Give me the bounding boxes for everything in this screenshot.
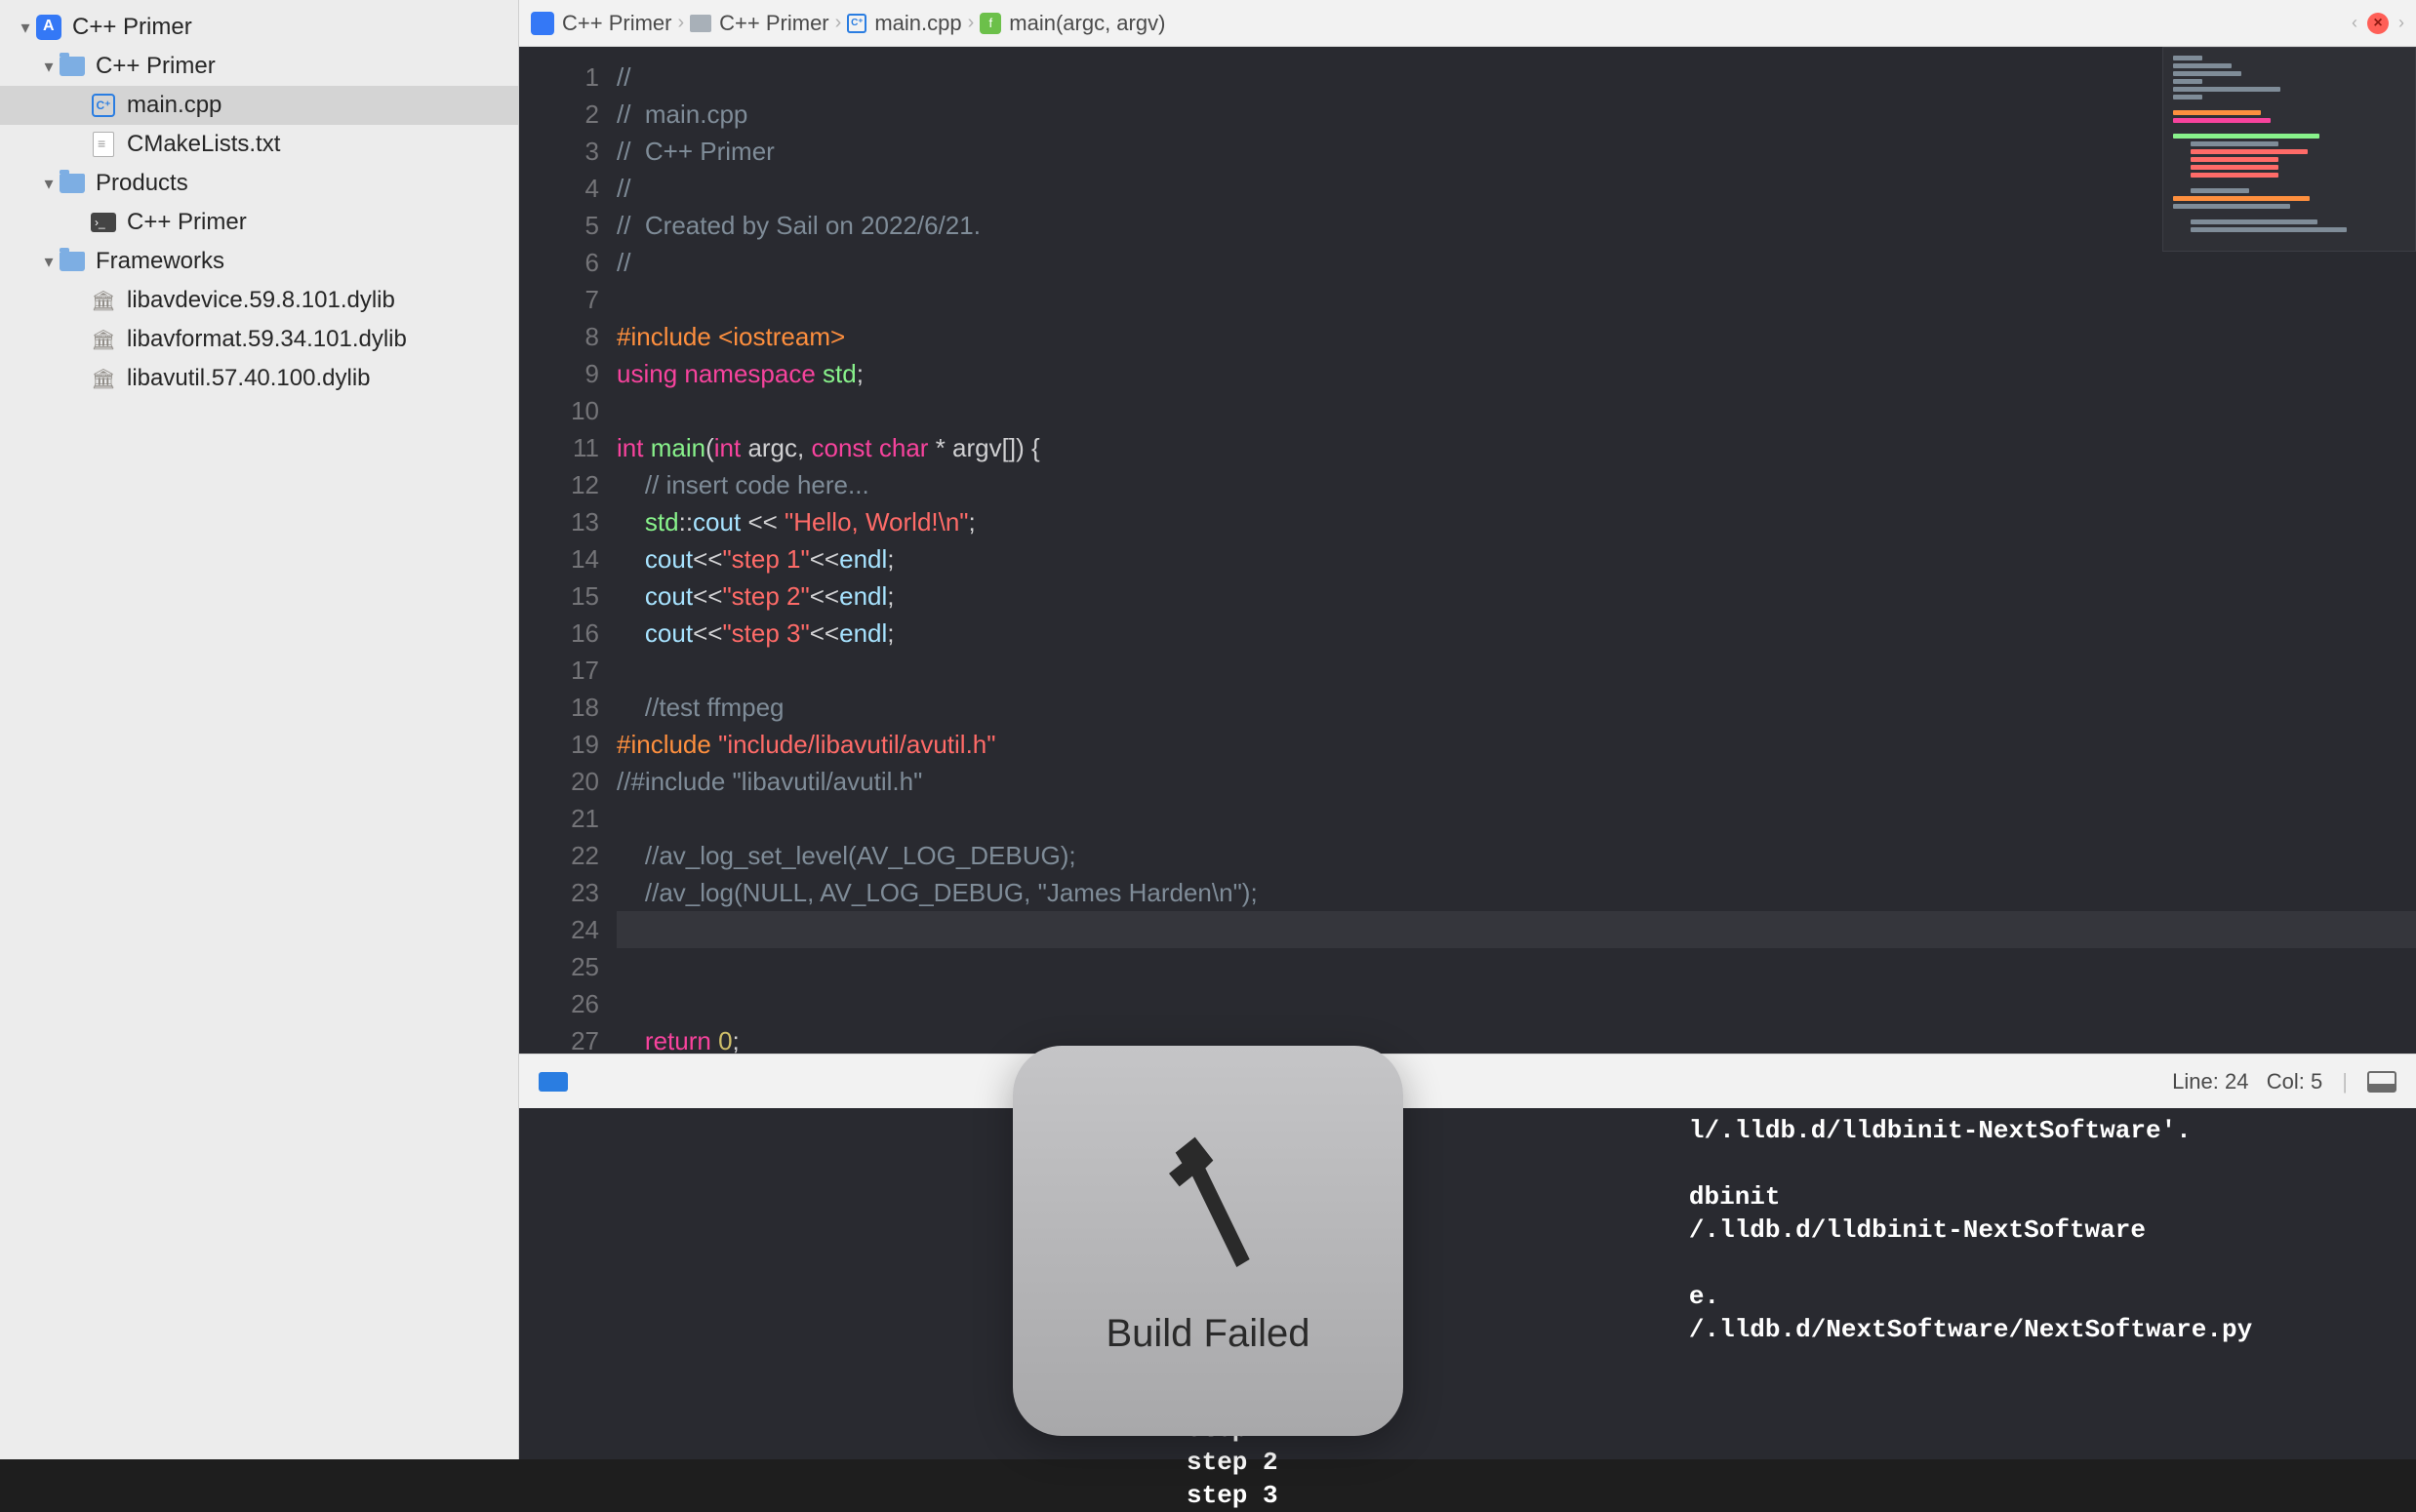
folder-icon [60, 57, 85, 76]
filter-icon[interactable] [539, 1072, 568, 1092]
breadcrumb-label: main.cpp [874, 11, 961, 36]
folder-item-products[interactable]: ▾ Products [0, 164, 518, 203]
debug-console: # Othe l/.lldb.d/lldbinit-NextSoftware'.… [519, 1108, 2416, 1459]
library-icon: 🏛 [92, 328, 115, 351]
tree-item-label: C++ Primer [127, 209, 247, 236]
folder-item-frameworks[interactable]: ▾ Frameworks [0, 242, 518, 281]
build-status-toast: Build Failed [1013, 1046, 1403, 1436]
chevron-right-icon: › [677, 12, 684, 34]
breadcrumb-item[interactable]: f main(argc, argv) [980, 11, 1165, 36]
breadcrumb-item[interactable]: C⁺ main.cpp [847, 11, 961, 36]
chevron-down-icon: ▾ [39, 57, 59, 77]
lib-item[interactable]: 🏛 libavdevice.59.8.101.dylib [0, 281, 518, 320]
tree-item-label: Products [96, 170, 188, 197]
code-content[interactable]: //// main.cpp// C++ Primer//// Created b… [617, 47, 2416, 1054]
chevron-down-icon: ▾ [16, 18, 35, 38]
app-icon [36, 15, 61, 40]
project-navigator: ▾ C++ Primer ▾ C++ Primer C⁺ main.cpp CM… [0, 0, 519, 1459]
folder-icon [60, 174, 85, 193]
chevron-down-icon: ▾ [39, 252, 59, 272]
chevron-right-icon: › [968, 12, 975, 34]
folder-item[interactable]: ▾ C++ Primer [0, 47, 518, 86]
line-label: Line: [2172, 1069, 2219, 1094]
breadcrumb-label: C++ Primer [719, 11, 828, 36]
toast-message: Build Failed [1106, 1312, 1309, 1356]
nav-forward-icon[interactable]: › [2398, 13, 2404, 33]
project-root-label: C++ Primer [72, 14, 192, 41]
file-item-cmakelists[interactable]: CMakeLists.txt [0, 125, 518, 164]
hammer-icon [1140, 1127, 1276, 1283]
c-file-icon: C⁺ [847, 14, 866, 33]
tree-item-label: CMakeLists.txt [127, 131, 280, 158]
editor-area: C++ Primer › C++ Primer › C⁺ main.cpp › … [519, 0, 2416, 1459]
file-item-main-cpp[interactable]: C⁺ main.cpp [0, 86, 518, 125]
chevron-down-icon: ▾ [39, 174, 59, 194]
chevron-right-icon: › [835, 12, 842, 34]
c-file-icon: C⁺ [92, 94, 115, 117]
library-icon: 🏛 [92, 289, 115, 312]
library-icon: 🏛 [92, 367, 115, 390]
col-label: Col: [2267, 1069, 2305, 1094]
close-icon[interactable] [2367, 13, 2389, 34]
executable-icon: ›_ [91, 213, 116, 232]
app-icon [531, 12, 554, 35]
lib-item[interactable]: 🏛 libavutil.57.40.100.dylib [0, 359, 518, 398]
cursor-position: Line: 24 Col: 5 [2172, 1069, 2322, 1094]
folder-icon [60, 252, 85, 271]
line-gutter: 1234567891011121314151617181920212223242… [519, 47, 617, 1054]
breadcrumb-item[interactable]: C++ Primer [690, 11, 828, 36]
tree-item-label: libavdevice.59.8.101.dylib [127, 287, 395, 314]
lib-item[interactable]: 🏛 libavformat.59.34.101.dylib [0, 320, 518, 359]
tree-item-label: main.cpp [127, 92, 221, 119]
col-value: 5 [2311, 1069, 2322, 1094]
tree-item-label: libavutil.57.40.100.dylib [127, 365, 371, 392]
nav-back-icon[interactable]: ‹ [2352, 13, 2357, 33]
project-root[interactable]: ▾ C++ Primer [0, 8, 518, 47]
tree-item-label: libavformat.59.34.101.dylib [127, 326, 407, 353]
line-value: 24 [2225, 1069, 2248, 1094]
editor-statusbar: Line: 24 Col: 5 | [519, 1054, 2416, 1108]
breadcrumb-label: C++ Primer [562, 11, 671, 36]
minimap[interactable] [2162, 47, 2416, 252]
tree-item-label: Frameworks [96, 248, 224, 275]
breadcrumb: C++ Primer › C++ Primer › C⁺ main.cpp › … [519, 0, 2416, 47]
breadcrumb-item[interactable]: C++ Primer [531, 11, 671, 36]
breadcrumb-label: main(argc, argv) [1009, 11, 1165, 36]
product-item[interactable]: ›_ C++ Primer [0, 203, 518, 242]
function-icon: f [980, 13, 1001, 34]
text-file-icon [93, 132, 114, 157]
code-editor[interactable]: 1234567891011121314151617181920212223242… [519, 47, 2416, 1054]
panel-toggle-icon[interactable] [2367, 1071, 2396, 1093]
folder-icon [690, 15, 711, 32]
tree-item-label: C++ Primer [96, 53, 216, 80]
